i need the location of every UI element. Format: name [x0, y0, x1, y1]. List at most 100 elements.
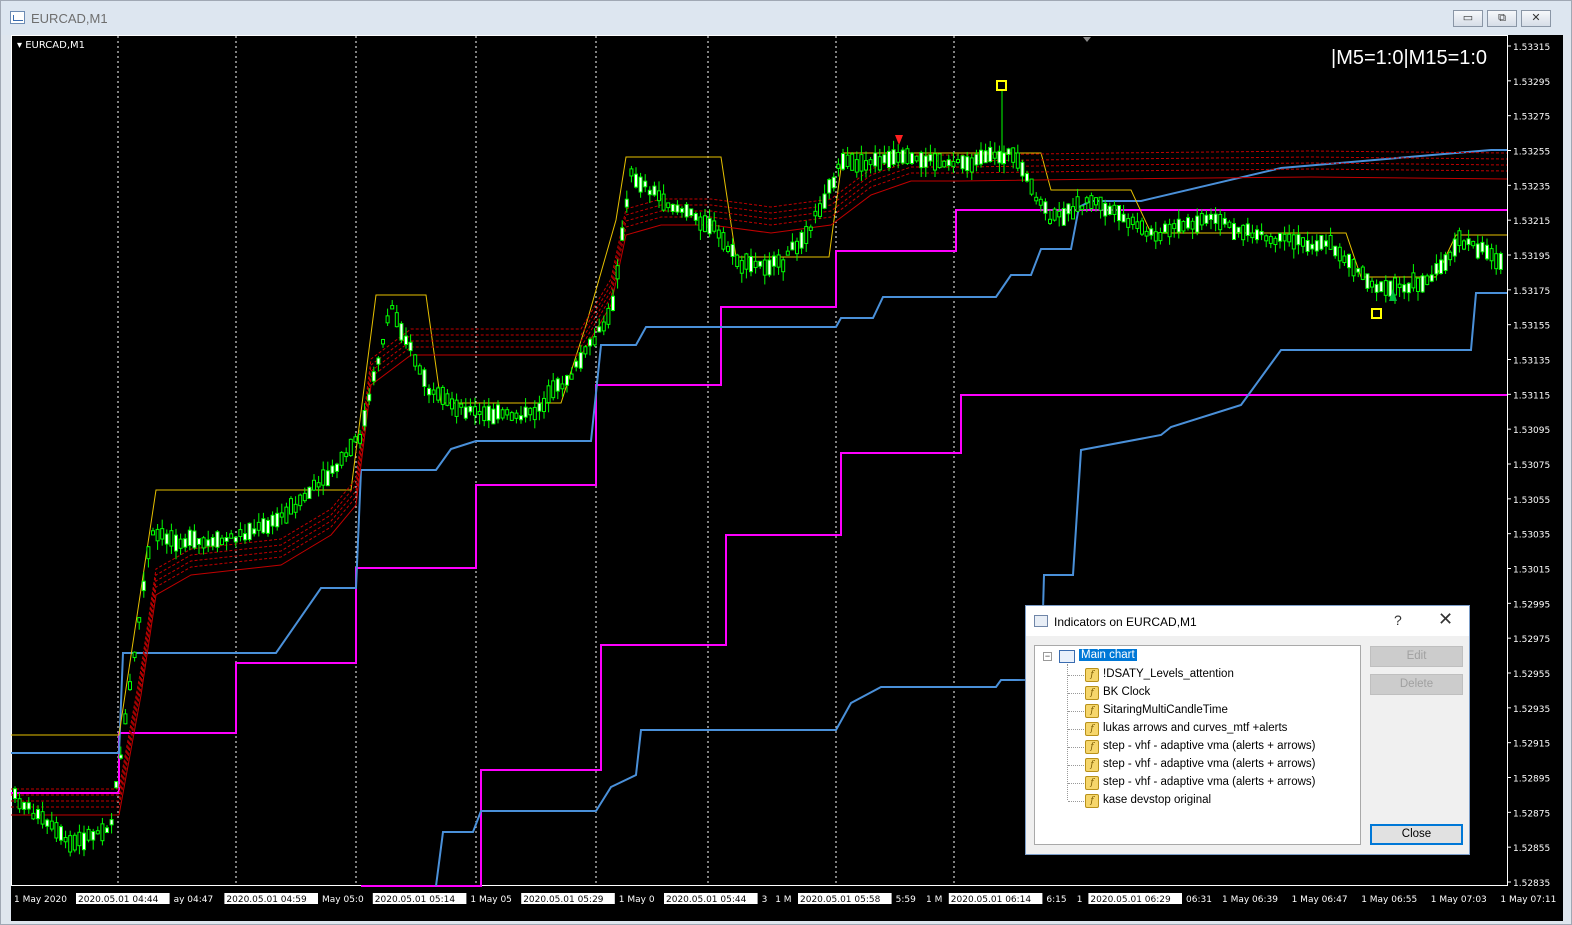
- timeframe-status: |M5=1:0|M15=1:0: [1331, 47, 1488, 69]
- indicator-item[interactable]: SitaringMultiCandleTime: [1103, 704, 1228, 716]
- delete-button[interactable]: Delete: [1370, 674, 1463, 695]
- candle-body: [1429, 274, 1434, 282]
- dialog-header[interactable]: Indicators on EURCAD,M1 ? ✕: [1026, 606, 1469, 636]
- close-window-button[interactable]: ✕: [1521, 10, 1551, 27]
- minimize-button[interactable]: ▭: [1453, 10, 1483, 27]
- close-button[interactable]: Close: [1370, 824, 1463, 845]
- candle-body: [114, 781, 119, 789]
- candle-body: [109, 819, 114, 826]
- candle-body: [1199, 213, 1204, 226]
- candle-body: [371, 371, 376, 382]
- price-axis-label: 1.53155: [1513, 322, 1550, 332]
- indicator-item[interactable]: step - vhf - adaptive vma (alerts + arro…: [1103, 758, 1316, 770]
- candle-body: [1103, 202, 1108, 217]
- time-axis-label: 6:15: [1046, 895, 1066, 905]
- candle-body: [1471, 240, 1476, 247]
- candle-body: [560, 383, 565, 390]
- candle-body: [1402, 284, 1407, 293]
- indicator-item[interactable]: kase devstop original: [1103, 794, 1211, 806]
- candle-body: [82, 832, 86, 851]
- dialog-title: Indicators on EURCAD,M1: [1054, 615, 1197, 629]
- tree-branch: [1068, 729, 1084, 730]
- candle-body: [1397, 283, 1402, 289]
- indicator-function-icon: f: [1085, 740, 1099, 754]
- tree-root-main-chart[interactable]: Main chart: [1079, 649, 1137, 661]
- candle-body: [1411, 272, 1416, 289]
- price-axis-label: 1.52855: [1513, 844, 1550, 854]
- time-axis-label: 1: [1077, 895, 1083, 905]
- candle-body: [1052, 208, 1057, 221]
- candle-body: [519, 415, 523, 421]
- help-icon[interactable]: ?: [1394, 612, 1402, 628]
- candle-body: [72, 834, 77, 851]
- candle-body: [804, 226, 809, 244]
- candle-body: [1080, 205, 1085, 210]
- candle-body: [270, 514, 275, 527]
- candle-body: [77, 831, 82, 847]
- candle-body: [514, 412, 519, 419]
- candle-body: [597, 326, 602, 333]
- candle-body: [933, 153, 937, 171]
- candle-body: [183, 538, 188, 548]
- candle-body: [1066, 203, 1071, 215]
- candle-body: [776, 254, 781, 268]
- time-axis-label: 2020.05.01 05:14: [375, 895, 456, 905]
- candle-body: [445, 393, 450, 406]
- candle-body: [1163, 223, 1167, 233]
- candle-body: [615, 265, 620, 280]
- collapse-icon[interactable]: −: [1043, 652, 1052, 661]
- candle-body: [1181, 220, 1186, 232]
- price-axis-label: 1.53295: [1513, 78, 1550, 88]
- candle-body: [1324, 240, 1328, 247]
- price-axis-label: 1.52955: [1513, 670, 1550, 680]
- candle-body: [845, 154, 850, 168]
- candle-body: [210, 537, 215, 547]
- indicator-tree[interactable]: − Main chart f !DSATY_Levels_attention f BK C…: [1034, 645, 1361, 845]
- candle-body: [1337, 246, 1342, 262]
- candle-body: [49, 820, 54, 830]
- candle-body: [1365, 273, 1370, 289]
- candle-body: [974, 153, 979, 166]
- candle-body: [468, 405, 473, 413]
- candle-body: [928, 154, 933, 162]
- candle-body: [1121, 213, 1126, 223]
- indicator-item[interactable]: step - vhf - adaptive vma (alerts + arro…: [1103, 740, 1316, 752]
- candle-body: [243, 533, 247, 541]
- symbol-label[interactable]: ▾ EURCAD,M1: [17, 40, 85, 51]
- candle-body: [1498, 253, 1503, 270]
- candle-body: [956, 158, 960, 164]
- candle-body: [565, 375, 569, 386]
- indicator-item[interactable]: BK Clock: [1103, 686, 1150, 698]
- candle-body: [17, 798, 22, 810]
- indicator-item[interactable]: !DSATY_Levels_attention: [1103, 668, 1234, 680]
- candle-body: [1117, 205, 1121, 222]
- candle-body: [118, 754, 123, 759]
- candle-body: [1291, 234, 1296, 250]
- candle-body: [482, 406, 487, 422]
- candle-body: [151, 530, 155, 536]
- candle-body: [946, 159, 951, 167]
- candle-body: [1443, 254, 1448, 272]
- candle-body: [822, 193, 827, 209]
- title-bar[interactable]: EURCAD,M1 ▭ ⧉ ✕: [1, 1, 1571, 35]
- candle-body: [348, 438, 353, 457]
- candle-body: [647, 189, 652, 196]
- time-axis-label: 1 May 07:03: [1431, 895, 1487, 905]
- indicator-item[interactable]: lukas arrows and curves_mtf +alerts: [1103, 722, 1287, 734]
- candle-body: [735, 254, 740, 268]
- candle-body: [1227, 221, 1232, 228]
- edit-button[interactable]: Edit: [1370, 646, 1463, 667]
- candle-body: [762, 259, 767, 276]
- dialog-close-icon[interactable]: ✕: [1438, 609, 1453, 630]
- candle-body: [1379, 281, 1384, 293]
- candle-body: [850, 153, 855, 171]
- candle-body: [739, 260, 744, 274]
- indicator-item[interactable]: step - vhf - adaptive vma (alerts + arro…: [1103, 776, 1316, 788]
- candle-body: [643, 180, 648, 188]
- candle-body: [808, 226, 813, 231]
- candle-body: [684, 203, 689, 218]
- restore-button[interactable]: ⧉: [1487, 10, 1517, 27]
- candle-body: [1420, 275, 1425, 293]
- candle-body: [404, 335, 408, 345]
- indicator-list-icon: [1034, 615, 1048, 627]
